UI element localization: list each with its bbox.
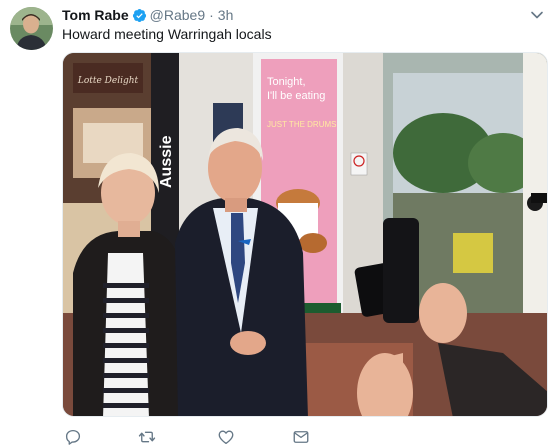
chevron-down-icon[interactable] (530, 8, 544, 22)
retweet-button[interactable] (138, 428, 156, 446)
tweet-actions (62, 428, 322, 446)
message-icon (293, 431, 309, 443)
timestamp[interactable]: 3h (218, 6, 234, 24)
aussie-sign-text: Aussie (158, 135, 175, 188)
verified-badge-icon (132, 8, 146, 22)
poster-line-1: Tonight, (267, 76, 306, 88)
like-icon (218, 430, 234, 445)
message-button[interactable] (292, 428, 310, 446)
reply-button[interactable] (64, 428, 82, 446)
tweet-text: Howard meeting Warringah locals (62, 26, 272, 42)
tweet-card[interactable]: Tom Rabe @Rabe9 · 3h Howard meeting Warr… (0, 0, 550, 447)
author-handle[interactable]: @Rabe9 (150, 6, 205, 24)
poster-line-3: JUST THE DRUMS (267, 120, 337, 129)
retweet-icon (138, 431, 156, 443)
like-button[interactable] (217, 428, 235, 446)
reply-icon (65, 429, 81, 445)
avatar[interactable] (10, 7, 53, 50)
tweet-photo[interactable]: Lotte Delight Aussie Tonight, I'll be ea… (62, 52, 548, 417)
shop-sign-text: Lotte Delight (77, 76, 139, 86)
separator-dot: · (209, 7, 214, 23)
tweet-header: Tom Rabe @Rabe9 · 3h (62, 6, 233, 24)
author-name[interactable]: Tom Rabe (62, 6, 129, 24)
poster-line-2: I'll be eating (267, 90, 325, 102)
